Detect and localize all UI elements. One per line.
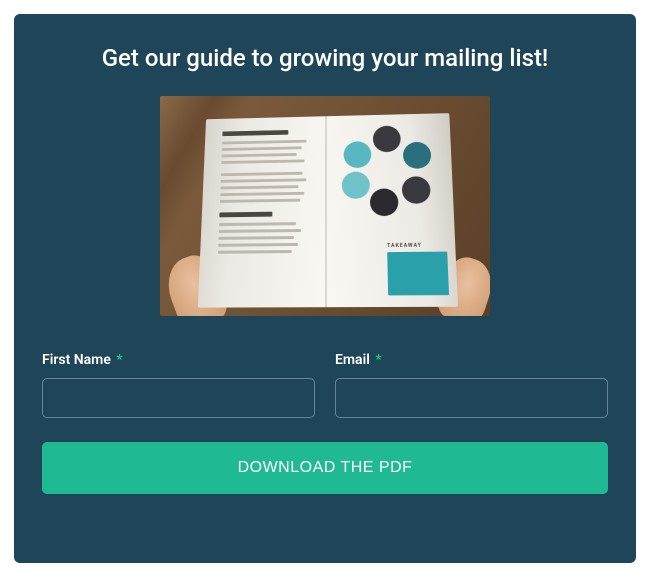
hero-image-wrap: TAKEAWAY: [42, 96, 608, 316]
first-name-input[interactable]: [42, 378, 315, 418]
required-mark: *: [375, 352, 381, 368]
required-mark: *: [116, 352, 122, 368]
first-name-field: First Name *: [42, 352, 315, 418]
takeaway-label: TAKEAWAY: [387, 242, 447, 249]
signup-modal: Get our guide to growing your mailing li…: [14, 14, 636, 563]
email-label: Email *: [335, 352, 608, 368]
open-book: TAKEAWAY: [198, 113, 458, 307]
book-page-right: TAKEAWAY: [326, 113, 458, 307]
email-input[interactable]: [335, 378, 608, 418]
first-name-label: First Name *: [42, 352, 315, 368]
book-page-left: [198, 116, 326, 307]
email-field: Email *: [335, 352, 608, 418]
headline: Get our guide to growing your mailing li…: [42, 44, 608, 72]
download-pdf-button[interactable]: DOWNLOAD THE PDF: [42, 442, 608, 494]
circle-diagram: [342, 128, 436, 218]
takeaway-callout: TAKEAWAY: [387, 242, 449, 298]
form-row: First Name * Email *: [42, 352, 608, 418]
hero-image: TAKEAWAY: [160, 96, 490, 316]
